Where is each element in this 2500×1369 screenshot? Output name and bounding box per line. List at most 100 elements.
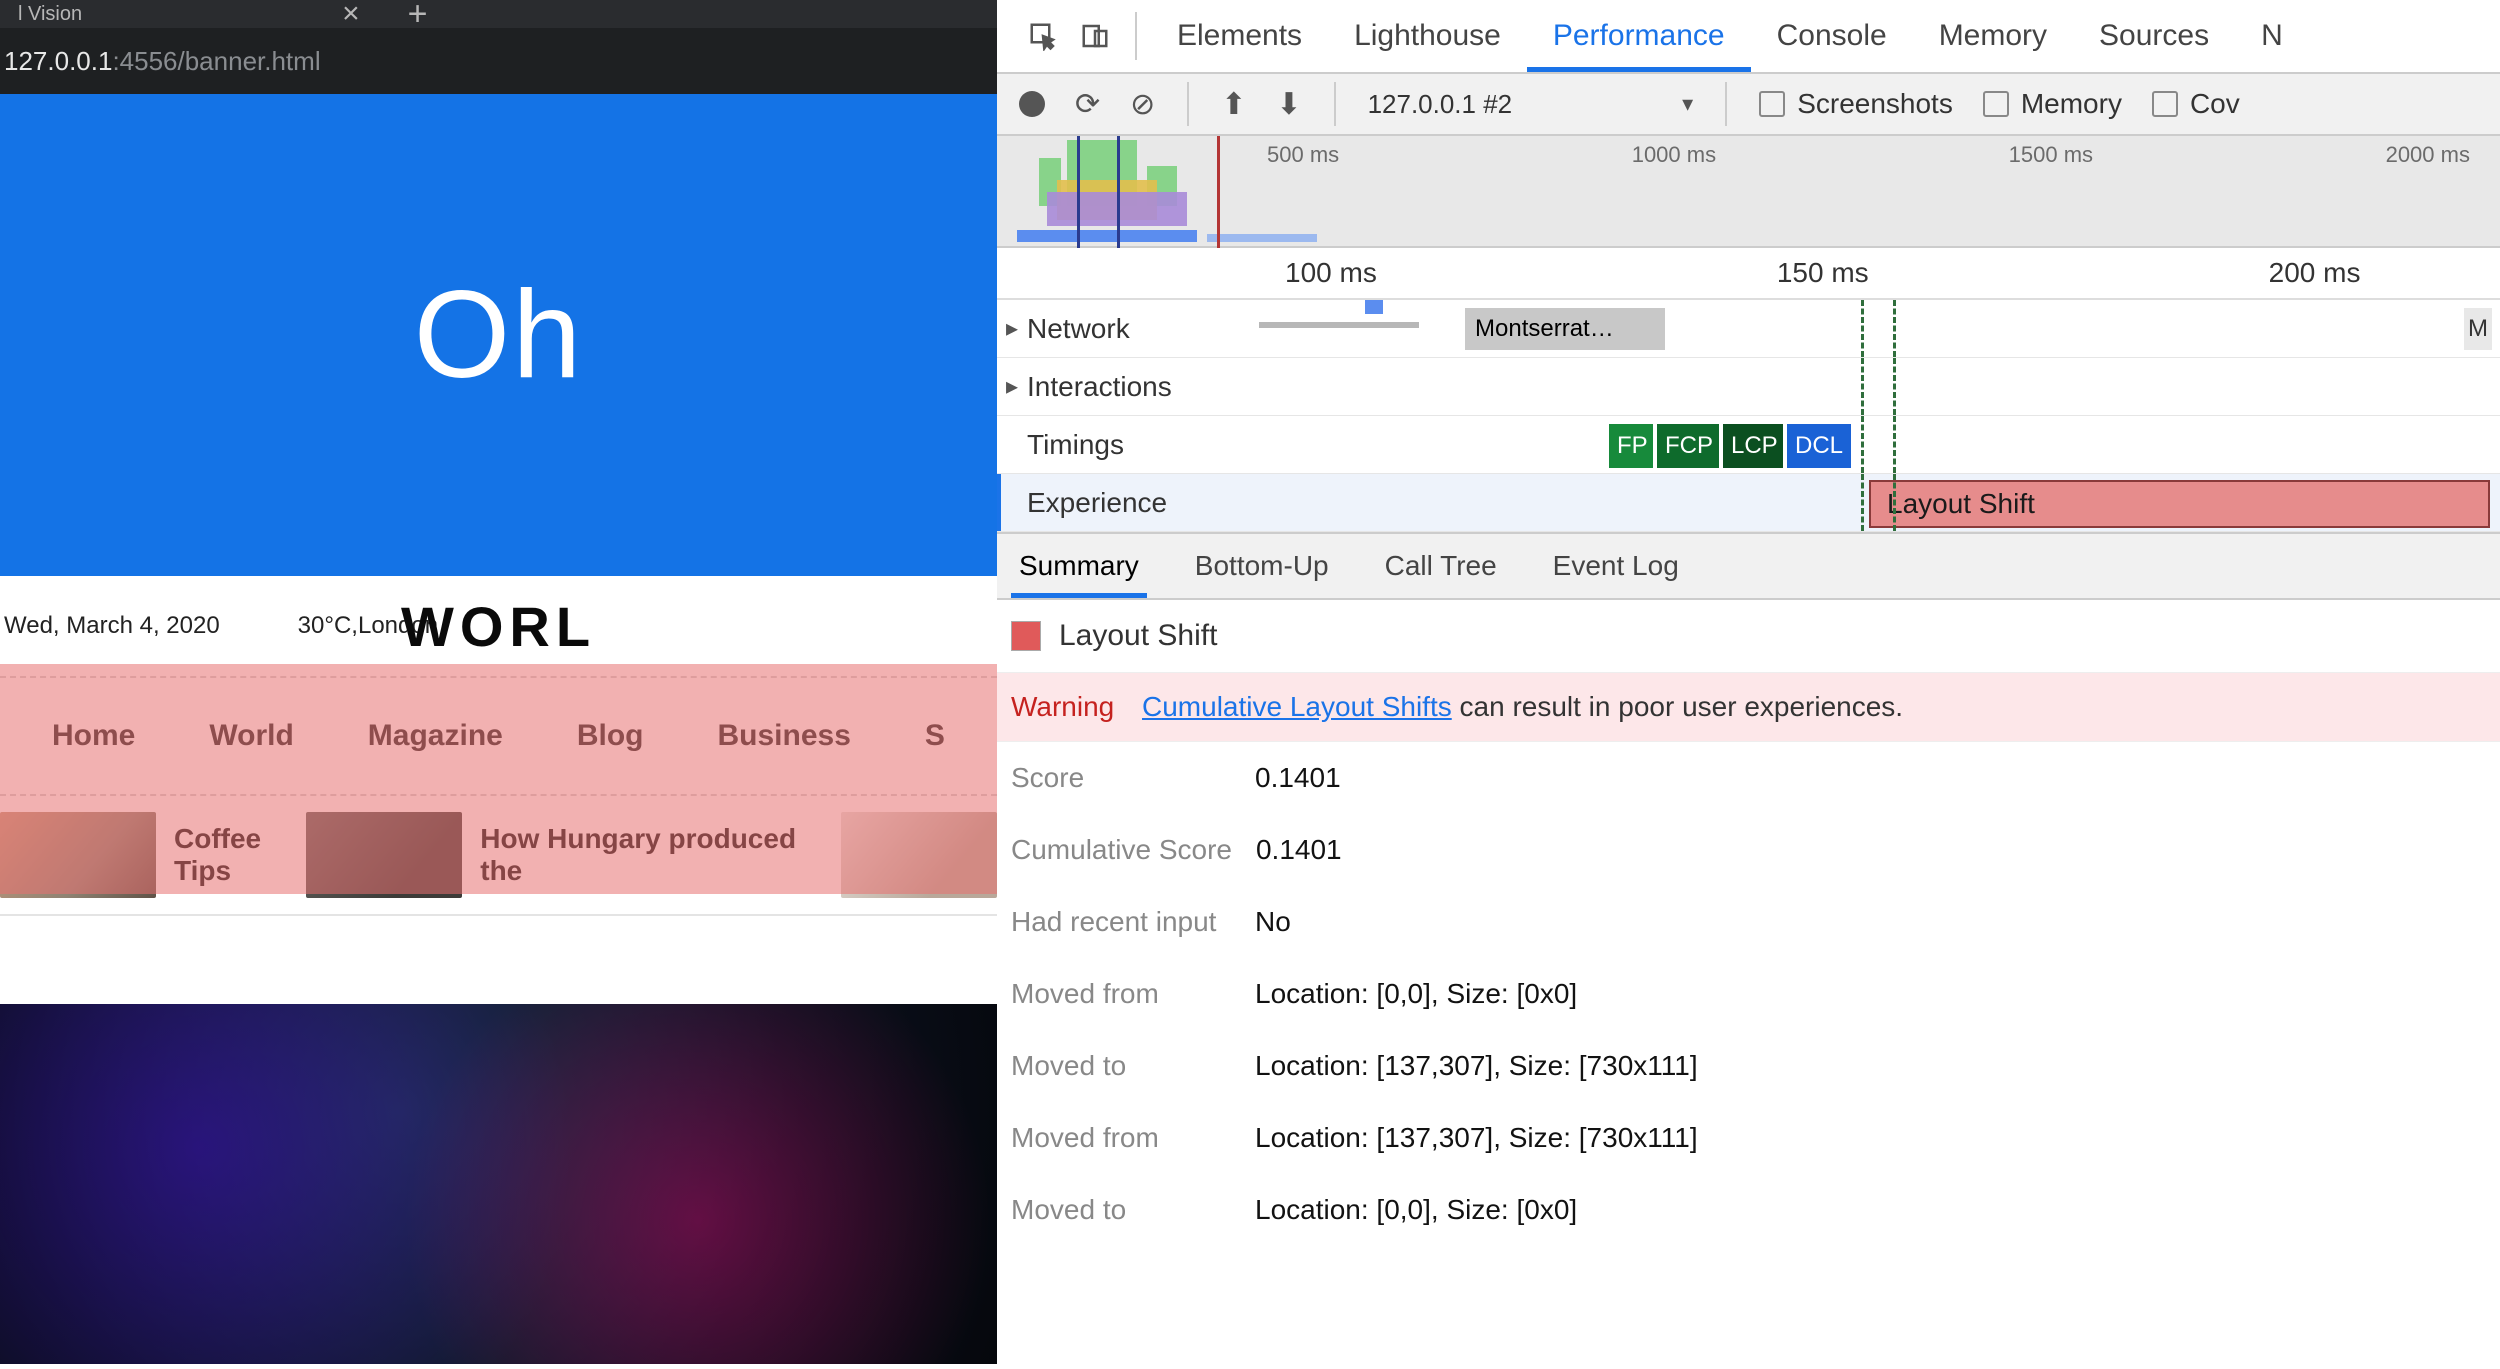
tab-sources[interactable]: Sources	[2073, 0, 2235, 72]
network-bar	[1259, 322, 1419, 328]
tab-performance[interactable]: Performance	[1527, 0, 1751, 72]
tab-event-log[interactable]: Event Log	[1545, 534, 1687, 598]
overview-graph	[1017, 136, 1227, 248]
cls-doc-link[interactable]: Cumulative Layout Shifts	[1142, 691, 1452, 722]
tab-summary[interactable]: Summary	[1011, 534, 1147, 598]
warning-rest: can result in poor user experiences.	[1452, 691, 1903, 722]
ticker-thumb	[0, 812, 156, 898]
summary-key: Moved from	[1011, 978, 1231, 1010]
summary-value: Location: [137,307], Size: [730x111]	[1255, 1050, 1698, 1082]
chevron-right-icon[interactable]: ▸	[997, 314, 1027, 343]
inspect-icon[interactable]	[1017, 0, 1069, 72]
main-nav: Home World Magazine Blog Business S	[0, 676, 997, 796]
network-request[interactable]: M	[2464, 308, 2492, 350]
summary-value: 0.1401	[1255, 762, 1341, 794]
tab-console[interactable]: Console	[1751, 0, 1913, 72]
tab-memory[interactable]: Memory	[1913, 0, 2073, 72]
tab-call-tree[interactable]: Call Tree	[1377, 534, 1505, 598]
site-title: WORL	[401, 576, 596, 676]
close-icon[interactable]: ×	[342, 4, 360, 24]
check-coverage[interactable]: Cov	[2152, 88, 2240, 120]
page-date: Wed, March 4, 2020	[4, 612, 220, 640]
tick-label: 200 ms	[2269, 257, 2361, 289]
summary-value: Location: [137,307], Size: [730x111]	[1255, 1122, 1698, 1154]
layout-shift-block[interactable]: Layout Shift	[1869, 480, 2490, 528]
check-memory[interactable]: Memory	[1983, 88, 2122, 120]
timing-dcl[interactable]: DCL	[1787, 424, 1851, 468]
track-interactions[interactable]: ▸ Interactions	[997, 358, 2500, 416]
summary-row: Moved toLocation: [0,0], Size: [0x0]	[997, 1174, 2500, 1246]
tab-strip: l Vision × +	[0, 0, 997, 28]
summary-key: Had recent input	[1011, 906, 1231, 938]
device-toggle-icon[interactable]	[1069, 0, 1121, 72]
check-label: Memory	[2021, 88, 2122, 120]
article-hero-image	[0, 1004, 997, 1364]
separator	[1725, 82, 1727, 126]
nav-more[interactable]: S	[925, 719, 945, 753]
tab-more[interactable]: N	[2235, 0, 2309, 72]
check-screenshots[interactable]: Screenshots	[1759, 88, 1953, 120]
overview-ticks: 500 ms 1000 ms 1500 ms 2000 ms	[1267, 142, 2500, 166]
summary-warning: Warning Cumulative Layout Shifts can res…	[997, 672, 2500, 742]
new-tab-button[interactable]: +	[378, 4, 458, 24]
track-timings[interactable]: ▸ Timings FP FCP LCP DCL	[997, 416, 2500, 474]
summary-row: Moved from Location: [137,307], Size: [73…	[997, 1102, 2500, 1174]
news-ticker: Coffee Tips How Hungary produced the	[0, 796, 997, 916]
summary-key: Moved to	[1011, 1194, 1231, 1226]
tab-lighthouse[interactable]: Lighthouse	[1328, 0, 1527, 72]
reload-icon[interactable]: ⟳	[1075, 87, 1100, 122]
tab-bottom-up[interactable]: Bottom-Up	[1187, 534, 1337, 598]
ticker-title[interactable]: Coffee Tips	[174, 823, 288, 887]
url-host: 127.0.0.1	[4, 46, 112, 77]
track-experience[interactable]: ▸ Experience Layout Shift	[997, 474, 2500, 532]
summary-title: Layout Shift	[1059, 619, 1217, 653]
nav-world[interactable]: World	[209, 719, 293, 753]
track-label: Experience	[1027, 487, 1227, 519]
summary-value: 0.1401	[1256, 834, 1342, 866]
separator	[1334, 82, 1336, 126]
summary-row: Had recent inputNo	[997, 886, 2500, 958]
flame-ruler[interactable]: 100 ms 150 ms 200 ms	[997, 248, 2500, 300]
overview-strip[interactable]: 500 ms 1000 ms 1500 ms 2000 ms	[997, 136, 2500, 248]
chevron-down-icon[interactable]: ▾	[1682, 91, 1693, 117]
tick-label: 150 ms	[1777, 257, 1869, 289]
chevron-right-icon[interactable]: ▸	[997, 372, 1027, 401]
perf-toolbar: ⟳ ⊘ ⬆ ⬇ 127.0.0.1 #2 ▾ Screenshots Memor…	[997, 74, 2500, 136]
summary-key: Moved from	[1011, 1122, 1231, 1154]
timing-fp[interactable]: FP	[1609, 424, 1653, 468]
recording-select[interactable]: 127.0.0.1 #2	[1368, 89, 1513, 120]
summary-row: Moved from Location: [0,0], Size: [0x0]	[997, 958, 2500, 1030]
record-button[interactable]	[1019, 91, 1045, 117]
download-icon[interactable]: ⬇	[1276, 87, 1301, 122]
time-guide	[1861, 300, 1864, 357]
time-guide	[1861, 474, 1864, 531]
tab-elements[interactable]: Elements	[1151, 0, 1328, 72]
browser-tab[interactable]: l Vision ×	[0, 0, 378, 28]
time-guide	[1861, 358, 1864, 415]
nav-business[interactable]: Business	[717, 719, 850, 753]
network-request[interactable]: Montserrat…	[1465, 308, 1665, 350]
nav-blog[interactable]: Blog	[577, 719, 644, 753]
timing-lcp[interactable]: LCP	[1723, 424, 1783, 468]
ticker-title[interactable]: How Hungary produced the	[480, 823, 823, 887]
devtools-tabbar: Elements Lighthouse Performance Console …	[997, 0, 2500, 74]
tick-label: 1500 ms	[2009, 142, 2093, 166]
address-bar[interactable]: 127.0.0.1 :4556/banner.html	[0, 28, 997, 94]
summary-key: Cumulative Score	[1011, 834, 1232, 866]
network-bar	[1365, 300, 1383, 314]
track-network[interactable]: ▸ Network Montserrat… M	[997, 300, 2500, 358]
nav-magazine[interactable]: Magazine	[368, 719, 503, 753]
nav-home[interactable]: Home	[52, 719, 135, 753]
tick-label: 1000 ms	[1632, 142, 1716, 166]
upload-icon[interactable]: ⬆	[1221, 87, 1246, 122]
banner-text: Oh	[414, 264, 583, 406]
summary-key: Moved to	[1011, 1050, 1231, 1082]
details-tabbar: Summary Bottom-Up Call Tree Event Log	[997, 532, 2500, 600]
summary-value: Location: [0,0], Size: [0x0]	[1255, 978, 1577, 1010]
track-label: Network	[1027, 313, 1227, 345]
track-label: Timings	[1027, 429, 1227, 461]
summary-heading: Layout Shift	[997, 600, 2500, 672]
clear-icon[interactable]: ⊘	[1130, 87, 1155, 122]
timing-fcp[interactable]: FCP	[1657, 424, 1719, 468]
ticker-thumb	[841, 812, 997, 898]
